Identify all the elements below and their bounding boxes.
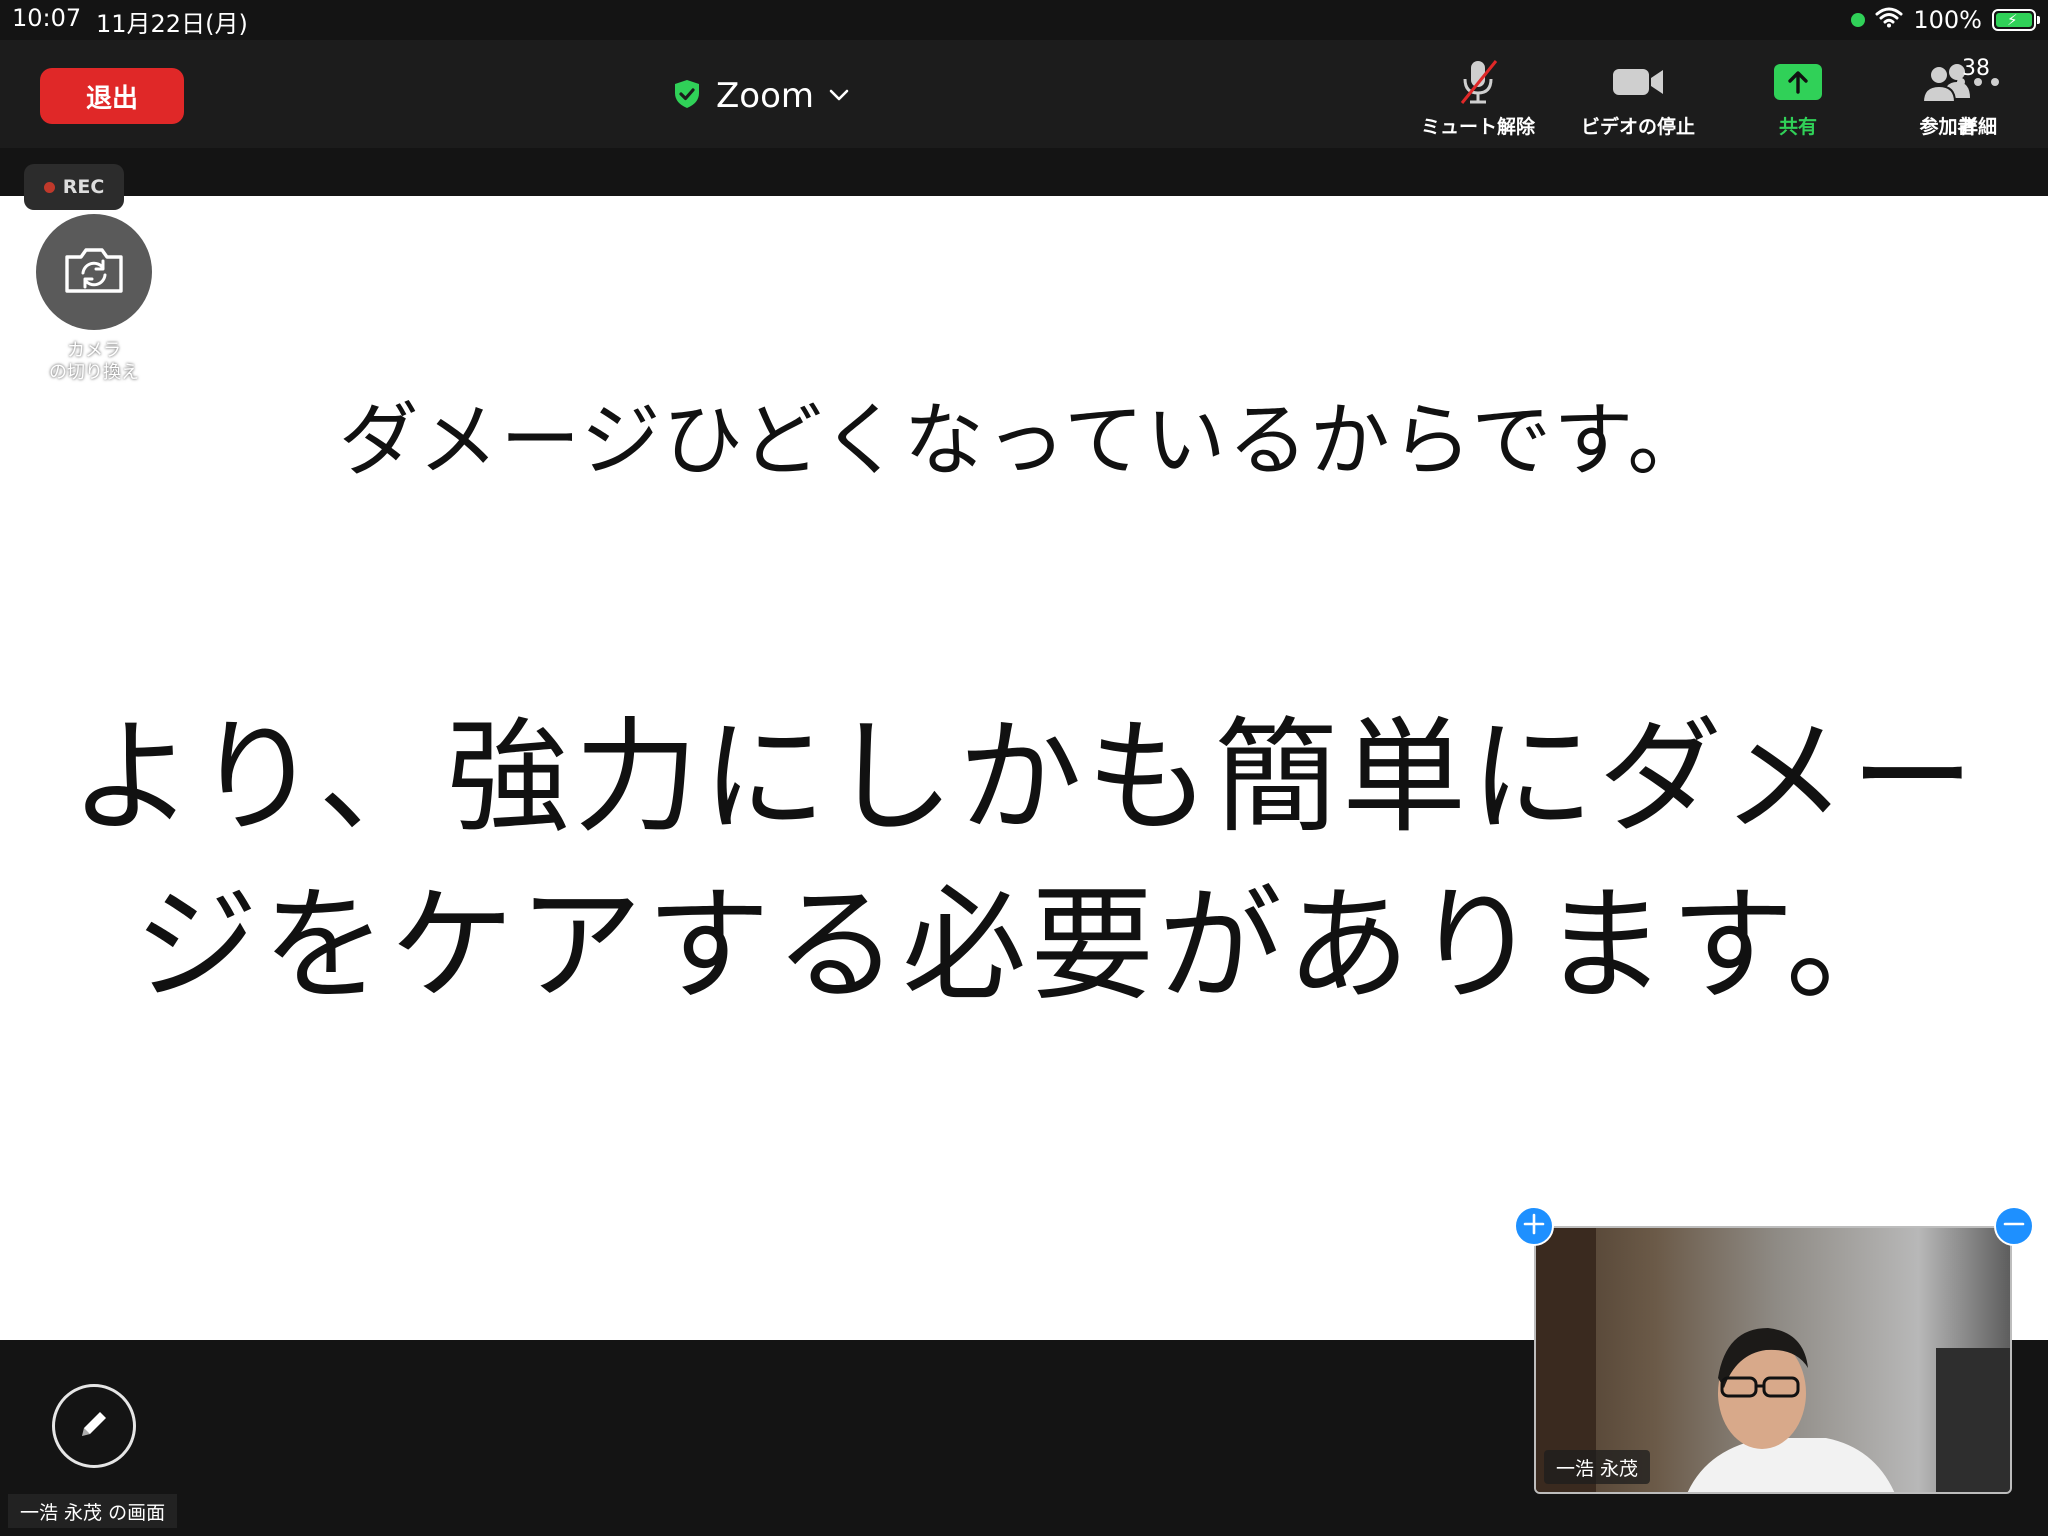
enlarge-video-button[interactable] [1514, 1206, 1554, 1246]
minus-icon [2003, 1211, 2025, 1241]
unmute-label: ミュート解除 [1420, 116, 1535, 138]
status-right: 100% ⚡ [1851, 4, 2040, 36]
charging-bolt-icon: ⚡ [2007, 11, 2018, 29]
shield-check-icon [672, 78, 702, 114]
battery-percent: 100% [1913, 6, 1982, 34]
switch-camera-label-line2: の切り換え [49, 362, 139, 383]
shared-screen: ダメージひどくなっているからです。 より、強力にしかも簡単にダメー ジをケアする… [0, 196, 2048, 1340]
leave-button[interactable]: 退出 [40, 68, 184, 124]
recording-label: REC [62, 176, 105, 198]
more-label: 詳細 [1958, 116, 1997, 138]
switch-camera-button[interactable] [36, 214, 152, 330]
share-arrow-icon [1728, 56, 1868, 108]
screen-owner-label: 一浩 永茂 の画面 [8, 1494, 178, 1528]
more-dots-icon [1908, 56, 2048, 108]
share-button[interactable]: 共有 [1728, 56, 1868, 148]
slide-text-line2: より、強力にしかも簡単にダメー [69, 706, 1979, 850]
camera-switch-icon [61, 243, 127, 301]
plus-icon [1523, 1211, 1545, 1241]
participant-video-tile[interactable]: 一浩 永茂 [1534, 1226, 2012, 1494]
slide-text-line1: ダメージひどくなっているからです。 [338, 394, 1710, 487]
status-date: 11月22日(月) [96, 10, 248, 38]
recording-badge: REC [24, 164, 124, 210]
meeting-title: Zoom [716, 76, 815, 116]
meeting-top-bar: 退出 Zoom ミュート解除 ビデオの停止 共有 38 参加者 詳細 [0, 40, 2048, 148]
more-button[interactable]: 詳細 [1908, 56, 2048, 148]
status-bar: 10:07 11月22日(月) 100% ⚡ [0, 0, 2048, 40]
slide-text-line3: ジをケアする必要があります。 [134, 874, 1914, 1018]
unmute-button[interactable]: ミュート解除 [1408, 56, 1548, 148]
pencil-icon [76, 1406, 112, 1446]
battery-icon: ⚡ [1992, 9, 2040, 31]
stop-video-button[interactable]: ビデオの停止 [1568, 56, 1708, 148]
switch-camera-label-line1: カメラ [67, 340, 121, 361]
minimize-video-button[interactable] [1994, 1206, 2034, 1246]
camera-in-use-indicator [1851, 13, 1866, 27]
recording-dot-icon [43, 181, 55, 193]
status-time: 10:07 [12, 4, 82, 32]
participant-name-label: 一浩 永茂 [1544, 1450, 1651, 1484]
muted-microphone-icon [1408, 56, 1548, 108]
share-label: 共有 [1778, 116, 1817, 138]
chevron-down-icon [828, 87, 850, 106]
video-camera-icon [1568, 56, 1708, 108]
stop-video-label: ビデオの停止 [1580, 116, 1695, 138]
meeting-title-dropdown[interactable]: Zoom [672, 68, 850, 124]
wifi-icon [1875, 6, 1903, 34]
annotate-button[interactable] [52, 1384, 136, 1468]
switch-camera-label: カメラ の切り換え [20, 340, 168, 384]
